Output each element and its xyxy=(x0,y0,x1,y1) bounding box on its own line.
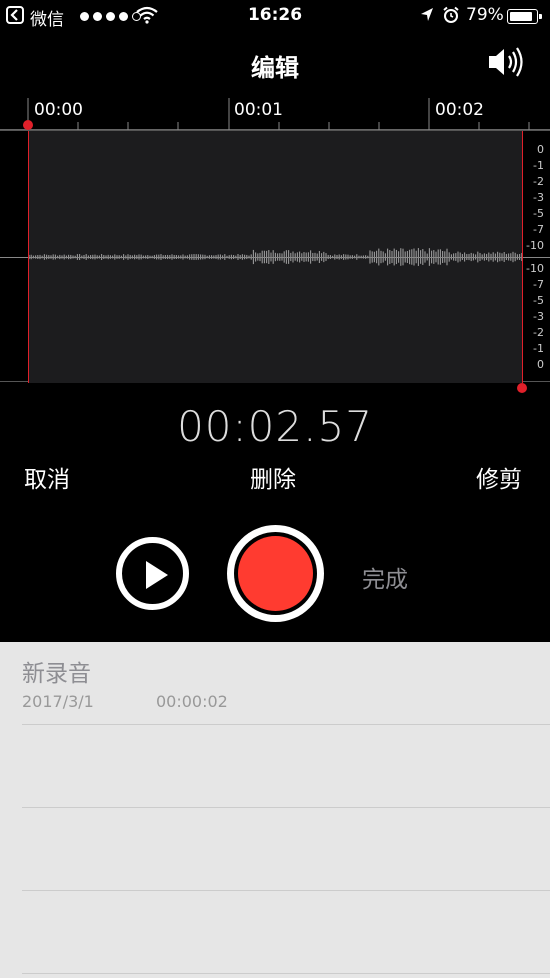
record-icon xyxy=(238,536,313,611)
tick-label: 00:01 xyxy=(234,100,283,120)
page-title: 编辑 xyxy=(251,54,299,82)
divider xyxy=(22,807,550,808)
trim-start-line[interactable] xyxy=(28,131,29,383)
db-label: -10 xyxy=(526,239,544,252)
play-button[interactable] xyxy=(116,537,189,610)
db-label: -7 xyxy=(533,278,544,291)
recording-name: 新录音 xyxy=(22,661,91,687)
db-label: -5 xyxy=(533,207,544,220)
elapsed-time: 00:02.57 xyxy=(177,402,373,451)
recordings-list: 新录音 2017/3/1 00:00:02 xyxy=(0,642,550,978)
alarm-icon xyxy=(443,6,459,23)
db-label: -7 xyxy=(533,223,544,236)
recording-date: 2017/3/1 xyxy=(22,692,94,711)
trim-button[interactable]: 修剪 xyxy=(476,460,522,494)
db-label: 0 xyxy=(537,358,544,371)
timeline-ruler[interactable]: 00:00 00:01 00:02 xyxy=(0,88,550,132)
divider xyxy=(22,724,550,725)
done-button[interactable]: 完成 xyxy=(362,560,408,594)
db-label: -1 xyxy=(533,342,544,355)
tick-label: 00:00 xyxy=(34,100,83,120)
db-label: -10 xyxy=(526,262,544,275)
waveform-area: 0 -1 -2 -3 -5 -7 -10 -10 -7 -5 -3 -2 -1 … xyxy=(0,130,550,383)
battery-percent: 79% xyxy=(466,5,504,25)
divider xyxy=(22,890,550,891)
db-label: -2 xyxy=(533,326,544,339)
db-label: -3 xyxy=(533,310,544,323)
db-label: 0 xyxy=(537,143,544,156)
recording-duration: 00:00:02 xyxy=(156,692,228,711)
location-icon xyxy=(421,8,433,21)
cancel-button[interactable]: 取消 xyxy=(24,460,70,494)
record-button[interactable] xyxy=(227,525,324,622)
speaker-icon[interactable] xyxy=(486,44,528,80)
db-label: -3 xyxy=(533,191,544,204)
trim-start-handle[interactable] xyxy=(23,120,33,130)
db-scale: 0 -1 -2 -3 -5 -7 -10 -10 -7 -5 -3 -2 -1 … xyxy=(522,131,550,383)
trim-end-handle[interactable] xyxy=(517,383,527,393)
status-bar: 微信 16:26 79% xyxy=(0,0,550,32)
play-icon xyxy=(146,561,168,589)
battery-icon xyxy=(507,9,542,24)
db-label: -2 xyxy=(533,175,544,188)
delete-button[interactable]: 删除 xyxy=(250,460,296,494)
tick-label: 00:02 xyxy=(435,100,484,120)
db-label: -1 xyxy=(533,159,544,172)
db-label: -5 xyxy=(533,294,544,307)
divider xyxy=(22,973,550,974)
center-line xyxy=(0,257,550,258)
